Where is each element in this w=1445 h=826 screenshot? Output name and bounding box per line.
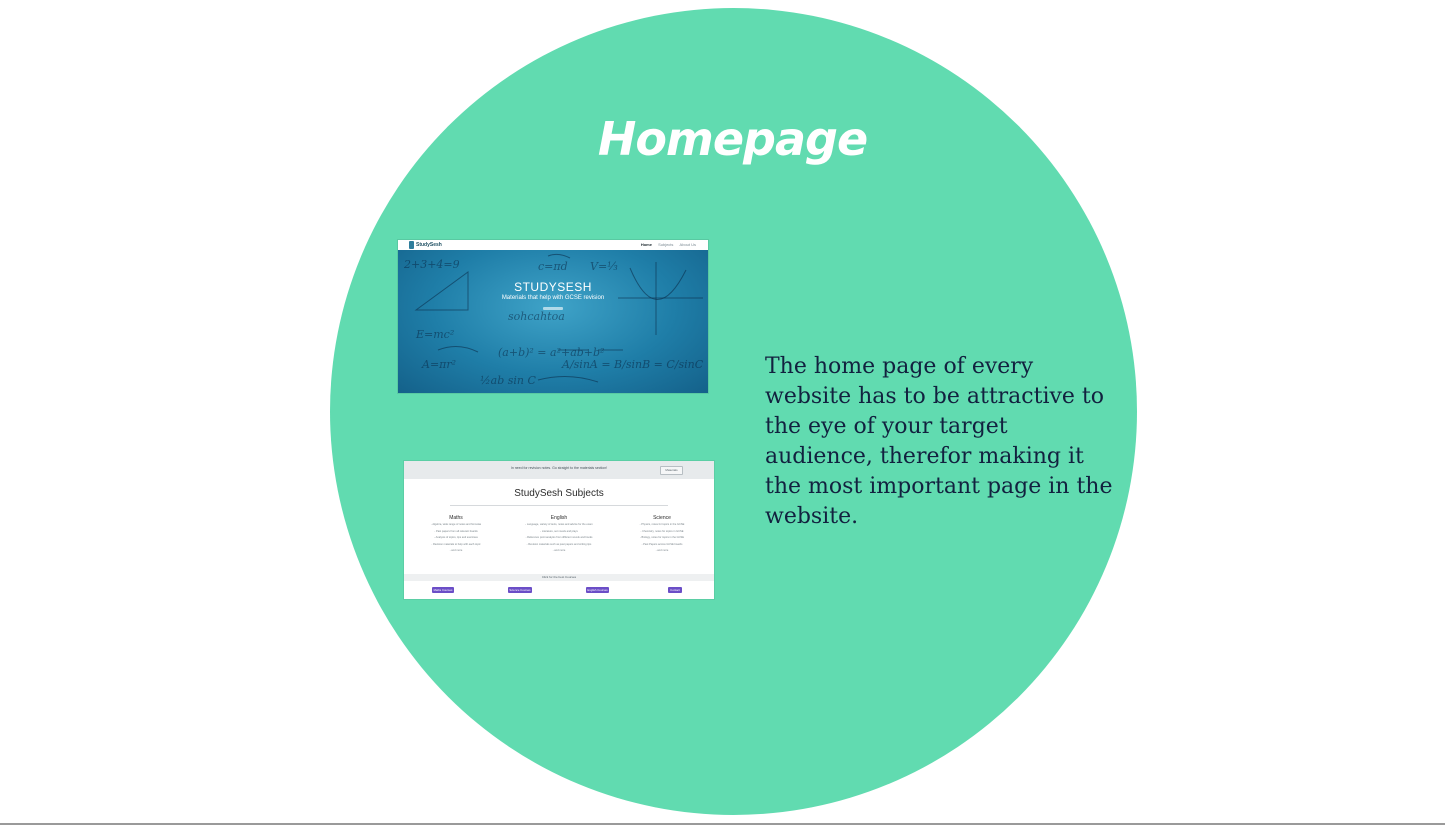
subject-line: - Reference point analysis from differen… [525,536,593,539]
svg-text:A/sinA = B/sinB = C/sinC: A/sinA = B/sinB = C/sinC [561,358,704,371]
homepage-subjects-screenshot: In need for revision notes. Go straight … [404,461,714,599]
svg-text:A=πr²: A=πr² [421,358,456,371]
homepage-hero-screenshot: StudySesh Home Subjects About Us E=mc² A… [398,240,708,393]
subject-line: - Language, variety of texts, notes and … [525,523,593,526]
slide-description: The home page of every website has to be… [765,354,1113,529]
science-courses-button[interactable]: Science Courses [508,587,532,593]
hero-subtitle: Materials that help with GCSE revision [501,295,605,301]
bottom-border [0,823,1445,825]
svg-text:sohcahtoa: sohcahtoa [508,310,565,323]
slide-title: Homepage [597,112,868,166]
materials-button[interactable]: Materials [660,466,683,475]
subject-title: Maths [449,515,463,521]
maths-courses-button[interactable]: Maths Courses [432,587,454,593]
nav-link-subjects[interactable]: Subjects [658,242,673,247]
subject-title: English [550,515,568,521]
subject-line: - and more [449,549,463,552]
nav-links: Home Subjects About Us [636,241,696,249]
svg-text:c=πd: c=πd [538,260,568,273]
subject-column-english: English - Language, variety of texts, no… [514,515,604,555]
subjects-heading: StudySesh Subjects [514,488,604,499]
contact-button[interactable]: Contact [668,587,682,593]
logo-icon [409,241,414,249]
subject-column-science: Science - Physics, notes for topics in t… [617,515,707,555]
navbar: StudySesh Home Subjects About Us [398,240,708,250]
english-courses-button[interactable]: English Courses [586,587,609,593]
subject-line: - and more [552,549,566,552]
subject-title: Science [653,515,671,521]
subject-column-maths: Maths - Algebra, wide range of notes and… [411,515,501,555]
courses-text: Click for the best Courses [541,575,577,579]
nav-link-home[interactable]: Home [641,242,652,247]
logo-text: StudySesh [416,242,442,248]
hero-banner: E=mc² A=πr² ½ab sin C sohcahtoa (a+b)² =… [398,250,708,393]
subject-line: - and more [655,549,669,552]
svg-text:V=⅓: V=⅓ [590,260,618,273]
divider [450,505,668,506]
hero-button[interactable] [543,307,563,310]
math-doodles-image: E=mc² A=πr² ½ab sin C sohcahtoa (a+b)² =… [403,253,704,387]
svg-text:½ab sin C: ½ab sin C [480,374,537,387]
svg-text:E=mc²: E=mc² [415,328,454,341]
nav-link-about[interactable]: About Us [680,242,696,247]
svg-text:2+3+4=9: 2+3+4=9 [403,258,460,271]
hero-title: STUDYSESH [514,280,592,294]
